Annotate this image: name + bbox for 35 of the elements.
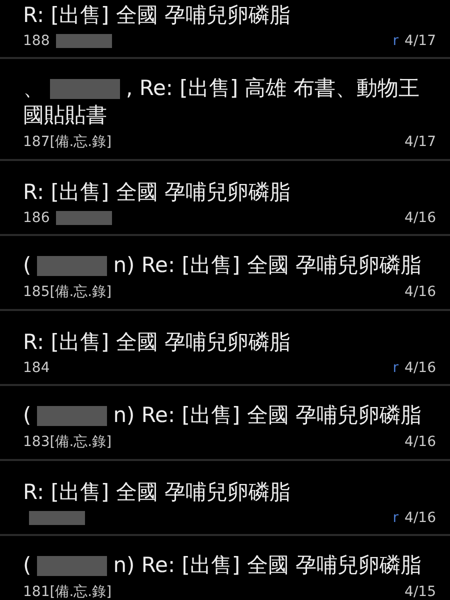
mail-number: 181: [23, 584, 50, 600]
mail-title[interactable]: n) Re: [出售] 全國 孕哺兒卵磷脂: [113, 252, 422, 279]
mail-number: 187: [23, 134, 50, 150]
mail-title[interactable]: R: [出售] 全國 孕哺兒卵磷脂: [23, 2, 290, 29]
reply-mark: r: [392, 360, 399, 376]
mail-title[interactable]: R: [出售] 全國 孕哺兒卵磷脂: [23, 329, 290, 356]
mail-number: 183: [23, 434, 50, 450]
sender-name: [備.忘.錄]: [50, 433, 112, 451]
mail-title-prefix: (: [23, 402, 32, 429]
mail-date: 4/16: [404, 434, 436, 450]
mail-date: 4/16: [404, 284, 436, 300]
sender-name: [備.忘.錄]: [50, 583, 112, 600]
mail-number: 188: [23, 33, 50, 49]
mail-date: 4/16: [404, 510, 436, 526]
mail-number: 185: [23, 284, 50, 300]
mail-date: 4/17: [404, 134, 436, 150]
mail-title[interactable]: R: [出售] 全國 孕哺兒卵磷脂: [23, 179, 290, 206]
mail-number: 186: [23, 210, 50, 226]
reply-mark: r: [392, 510, 399, 526]
mail-date: 4/16: [404, 210, 436, 226]
mail-title[interactable]: 國貼貼書: [23, 102, 107, 129]
sender-name: [備.忘.錄]: [50, 283, 112, 301]
mail-title[interactable]: R: [出售] 全國 孕哺兒卵磷脂: [23, 479, 290, 506]
reply-mark: r: [392, 33, 399, 49]
mail-title[interactable]: , Re: [出售] 高雄 布書、動物王: [126, 75, 420, 102]
sender-name: [備.忘.錄]: [50, 133, 112, 151]
mail-title[interactable]: n) Re: [出售] 全國 孕哺兒卵磷脂: [113, 402, 422, 429]
mail-title-prefix: 、: [23, 75, 44, 102]
mail-date: 4/15: [404, 584, 436, 600]
mail-title-prefix: (: [23, 252, 32, 279]
mail-number: 184: [23, 360, 50, 376]
mail-date: 4/16: [404, 360, 436, 376]
mail-title[interactable]: n) Re: [出售] 全國 孕哺兒卵磷脂: [113, 552, 422, 579]
mail-date: 4/17: [404, 33, 436, 49]
mail-title-prefix: (: [23, 552, 32, 579]
